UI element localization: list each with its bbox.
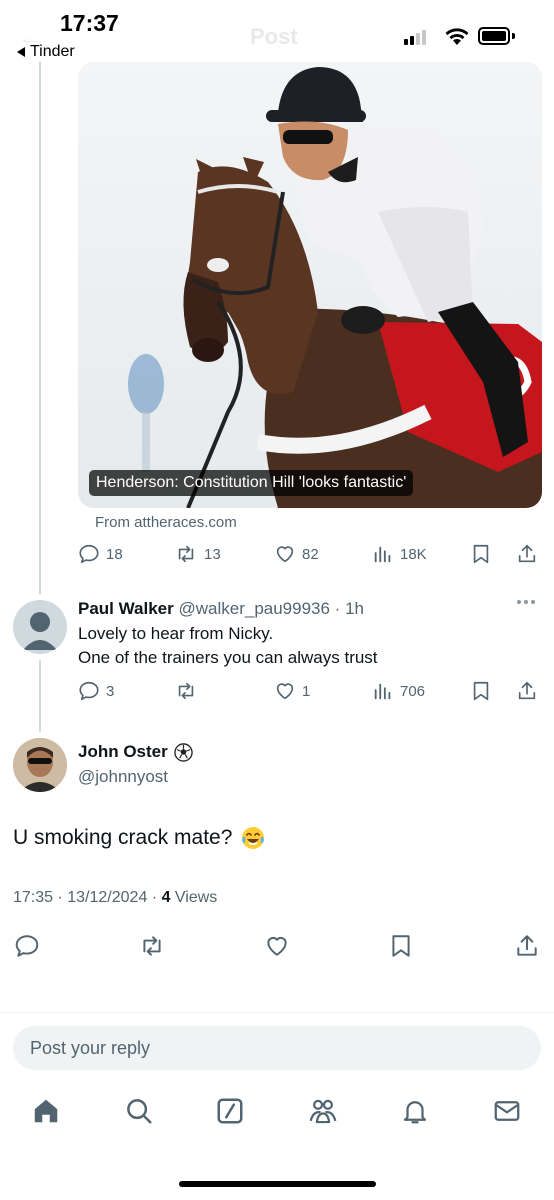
reply-button[interactable]: 18 bbox=[78, 543, 123, 565]
messages-icon bbox=[494, 1101, 520, 1121]
main-tweet-text: U smoking crack mate? bbox=[13, 825, 266, 851]
share-icon bbox=[517, 935, 537, 956]
communities-icon bbox=[309, 1099, 337, 1124]
bookmark-button[interactable] bbox=[389, 933, 413, 959]
page-title: Post bbox=[250, 24, 298, 49]
like-button[interactable] bbox=[263, 933, 291, 959]
link-card-image[interactable] bbox=[78, 62, 542, 508]
views-button[interactable]: 706 bbox=[372, 680, 425, 702]
share-icon bbox=[518, 544, 536, 563]
repost-button[interactable]: 13 bbox=[174, 543, 221, 565]
reply-button[interactable] bbox=[13, 933, 41, 959]
notifications-icon bbox=[403, 1101, 427, 1124]
cellular-signal-icon bbox=[404, 30, 426, 45]
repost-count: 13 bbox=[204, 545, 221, 563]
like-button[interactable]: 82 bbox=[274, 543, 319, 565]
share-button[interactable] bbox=[513, 933, 541, 959]
heart-icon bbox=[276, 683, 294, 700]
avatar[interactable] bbox=[13, 738, 67, 792]
reply-author-handle[interactable]: @walker_pau99936 · 1h bbox=[178, 599, 364, 618]
reply-count: 3 bbox=[106, 682, 115, 700]
link-card-caption: Henderson: Constitution Hill 'looks fant… bbox=[89, 470, 414, 496]
reply-icon bbox=[15, 935, 39, 957]
repost-icon bbox=[178, 682, 194, 700]
tweet-timestamp: 17:35 · 13/12/2024 · bbox=[13, 889, 162, 906]
bookmark-button[interactable] bbox=[471, 680, 491, 702]
heart-icon bbox=[267, 936, 287, 956]
thread-line bbox=[39, 660, 41, 732]
reply-input-placeholder: Post your reply bbox=[30, 1037, 151, 1058]
tab-home[interactable] bbox=[31, 1096, 61, 1126]
horse-racing-photo bbox=[78, 62, 542, 508]
repost-icon bbox=[143, 936, 161, 956]
reply-text-line1: Lovely to hear from Nicky. bbox=[78, 624, 274, 643]
divider bbox=[0, 1012, 554, 1013]
bookmark-icon bbox=[392, 935, 410, 957]
views-count: 706 bbox=[400, 682, 426, 700]
default-avatar-icon bbox=[23, 612, 57, 650]
reply-count: 18 bbox=[106, 545, 123, 563]
views-icon bbox=[374, 546, 391, 563]
bookmark-icon bbox=[473, 681, 489, 701]
bookmark-icon bbox=[473, 544, 489, 564]
bookmark-button[interactable] bbox=[471, 543, 491, 565]
soccer-ball-icon bbox=[174, 742, 193, 762]
main-author-handle[interactable]: @johnnyost bbox=[78, 767, 168, 787]
status-bar: ← Post 17:37 Tinder bbox=[0, 0, 554, 70]
repost-icon bbox=[178, 545, 194, 563]
reply-input[interactable]: Post your reply bbox=[13, 1026, 541, 1070]
wifi-icon bbox=[445, 28, 469, 45]
tab-notifications[interactable] bbox=[400, 1096, 430, 1126]
back-to-app-link[interactable]: Tinder bbox=[17, 43, 75, 61]
main-author-name: John Oster bbox=[78, 742, 168, 761]
search-icon bbox=[127, 1099, 152, 1124]
main-author[interactable]: John Oster bbox=[78, 742, 193, 762]
share-button[interactable] bbox=[516, 680, 538, 702]
bottom-tab-bar bbox=[0, 1096, 554, 1136]
home-indicator[interactable] bbox=[179, 1181, 376, 1187]
tab-grok[interactable] bbox=[215, 1096, 245, 1126]
grok-icon bbox=[217, 1098, 243, 1124]
share-icon bbox=[518, 681, 536, 700]
like-count: 82 bbox=[302, 545, 319, 563]
home-icon bbox=[34, 1099, 58, 1123]
thread-line bbox=[39, 62, 41, 594]
main-tweet-body: U smoking crack mate? bbox=[13, 826, 233, 849]
reply-actions: 3 1 706 bbox=[78, 680, 542, 704]
views-icon bbox=[374, 683, 391, 700]
reply-icon bbox=[79, 681, 99, 701]
status-time: 17:37 bbox=[60, 10, 119, 36]
reply-header: Paul Walker @walker_pau99936 · 1h bbox=[78, 599, 364, 619]
tab-search[interactable] bbox=[124, 1096, 154, 1126]
back-app-label: Tinder bbox=[30, 43, 75, 60]
avatar[interactable] bbox=[13, 600, 67, 654]
repost-button[interactable] bbox=[137, 933, 167, 959]
share-button[interactable] bbox=[516, 543, 538, 565]
tab-communities[interactable] bbox=[307, 1096, 339, 1126]
tweet-meta: 17:35 · 13/12/2024 · 4 Views bbox=[13, 889, 217, 907]
like-count: 1 bbox=[302, 682, 311, 700]
views-button[interactable]: 18K bbox=[372, 543, 427, 565]
reply-icon bbox=[79, 544, 99, 564]
repost-button[interactable] bbox=[174, 680, 204, 702]
battery-icon bbox=[478, 27, 510, 45]
more-options-icon[interactable] bbox=[517, 600, 535, 604]
reply-button[interactable]: 3 bbox=[78, 680, 114, 702]
heart-icon bbox=[276, 546, 294, 563]
profile-photo bbox=[13, 738, 67, 792]
reply-author-name[interactable]: Paul Walker bbox=[78, 599, 174, 618]
views-count: 18K bbox=[400, 545, 427, 563]
laughing-tears-emoji bbox=[242, 827, 265, 849]
link-card-source[interactable]: From attheraces.com bbox=[95, 514, 237, 531]
back-triangle-icon bbox=[17, 47, 25, 57]
like-button[interactable]: 1 bbox=[274, 680, 310, 702]
main-tweet-actions bbox=[13, 933, 543, 957]
views-label: Views bbox=[170, 889, 218, 906]
tab-messages[interactable] bbox=[492, 1096, 522, 1126]
reply-text-line2: One of the trainers you can always trust bbox=[78, 648, 378, 667]
tweet-actions: 18 13 82 18K bbox=[78, 543, 542, 567]
